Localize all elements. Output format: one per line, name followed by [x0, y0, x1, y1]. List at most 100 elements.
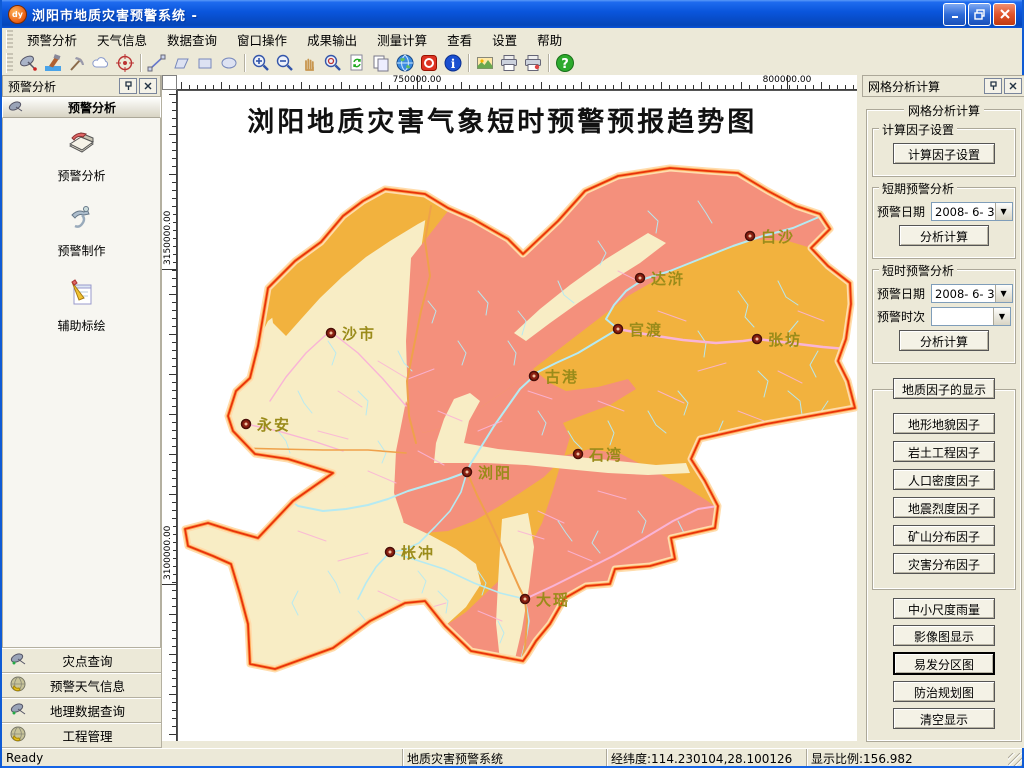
- left-tool-0[interactable]: 预警分析: [57, 126, 105, 184]
- warning-analysis-icon[interactable]: [17, 52, 41, 74]
- globe-icon[interactable]: [393, 52, 417, 74]
- ruler-tick: [549, 85, 550, 89]
- left-tool-label: 辅助标绘: [57, 317, 105, 334]
- ruler-tick: [613, 85, 614, 89]
- zoom-extent-icon[interactable]: [321, 52, 345, 74]
- short-term-analyze-button[interactable]: 分析计算: [899, 225, 989, 246]
- menubar-grip[interactable]: [6, 30, 13, 48]
- factor-button-5[interactable]: 灾害分布因子: [893, 553, 995, 574]
- left-tool-2[interactable]: 辅助标绘: [57, 276, 105, 334]
- ruler-tick: [653, 85, 654, 89]
- close-panel-icon[interactable]: [1004, 78, 1022, 94]
- maximize-button[interactable]: [968, 3, 991, 26]
- copy-icon[interactable]: [369, 52, 393, 74]
- short-time-date-combobox[interactable]: 2008- 6- 3 ▼: [931, 284, 1013, 303]
- geo-factors-display-button[interactable]: 地质因子的显示: [893, 378, 995, 399]
- info-icon[interactable]: i: [441, 52, 465, 74]
- map-canvas[interactable]: 白沙达浒官渡张坊沙市永安古港石湾浏阳枨冲大瑶: [178, 91, 858, 742]
- pin-icon[interactable]: [119, 78, 137, 94]
- left-nav-label: 预警天气信息: [34, 676, 141, 695]
- globe-small-icon: [10, 676, 28, 695]
- ruler-tick: [701, 82, 702, 89]
- display-button-4[interactable]: 清空显示: [893, 708, 995, 729]
- pin-icon[interactable]: [984, 78, 1002, 94]
- menu-item-1[interactable]: 天气信息: [87, 28, 157, 51]
- left-nav-1[interactable]: 预警天气信息: [2, 673, 161, 698]
- factor-button-0[interactable]: 地形地貌因子: [893, 413, 995, 434]
- close-panel-icon[interactable]: [139, 78, 157, 94]
- display-button-0[interactable]: 中小尺度雨量: [893, 598, 995, 619]
- ruler-tick: [565, 85, 566, 89]
- svg-text:达浒: 达浒: [651, 270, 685, 288]
- minimize-button[interactable]: [943, 3, 966, 26]
- ruler-tick: [485, 85, 486, 89]
- left-nav-0[interactable]: 灾点查询: [2, 648, 161, 673]
- stop-icon[interactable]: [417, 52, 441, 74]
- help-icon[interactable]: ?: [553, 52, 577, 74]
- left-tool-1[interactable]: 预警制作: [57, 201, 105, 259]
- notepad-pencil-icon: [64, 276, 98, 314]
- ruler-tick: [373, 85, 374, 89]
- factor-button-1[interactable]: 岩土工程因子: [893, 441, 995, 462]
- menu-item-8[interactable]: 帮助: [527, 28, 572, 51]
- refresh-icon[interactable]: [345, 52, 369, 74]
- left-nav-2[interactable]: 地理数据查询: [2, 698, 161, 723]
- ruler-tick: [741, 82, 742, 89]
- ruler-tick: [581, 82, 582, 89]
- short-term-date-combobox[interactable]: 2008- 6- 3 ▼: [931, 202, 1013, 221]
- ruler-tick: [389, 85, 390, 89]
- factor-button-4[interactable]: 矿山分布因子: [893, 525, 995, 546]
- toolbar-grip[interactable]: [6, 53, 13, 72]
- menu-item-4[interactable]: 成果输出: [297, 28, 367, 51]
- ruler-tick: [172, 510, 176, 511]
- ellipse-tool-icon[interactable]: [217, 52, 241, 74]
- zoom-out-icon[interactable]: [273, 52, 297, 74]
- display-button-3[interactable]: 防治规划图: [893, 681, 995, 702]
- target-icon[interactable]: [113, 52, 137, 74]
- factor-button-2[interactable]: 人口密度因子: [893, 469, 995, 490]
- image-icon[interactable]: [473, 52, 497, 74]
- left-section-header[interactable]: 预警分析: [2, 97, 161, 118]
- display-button-2[interactable]: 易发分区图: [893, 652, 995, 675]
- short-time-times-label: 预警时次: [877, 308, 931, 325]
- ruler-tick: [813, 85, 814, 89]
- polygon-tool-icon[interactable]: [169, 52, 193, 74]
- svg-text:官渡: 官渡: [629, 321, 663, 339]
- svg-text:i: i: [451, 57, 456, 71]
- close-button[interactable]: [993, 3, 1016, 26]
- ruler-tick: [172, 166, 176, 167]
- print-icon[interactable]: [497, 52, 521, 74]
- pick-tool-icon[interactable]: [65, 52, 89, 74]
- ruler-tick: [589, 85, 590, 89]
- ruler-tick: [509, 85, 510, 89]
- menu-item-2[interactable]: 数据查询: [157, 28, 227, 51]
- menu-item-6[interactable]: 查看: [437, 28, 482, 51]
- ruler-major-tick: [162, 584, 176, 585]
- chevron-down-icon[interactable]: ▼: [995, 203, 1012, 220]
- factor-button-3[interactable]: 地震烈度因子: [893, 497, 995, 518]
- left-nav-3[interactable]: 工程管理: [2, 723, 161, 748]
- flood-tool-icon[interactable]: [41, 52, 65, 74]
- status-coordinates: 经纬度:114.230104,28.100126: [606, 749, 806, 767]
- menu-item-0[interactable]: 预警分析: [17, 28, 87, 51]
- menu-item-5[interactable]: 测量计算: [367, 28, 437, 51]
- ruler-tick: [221, 82, 222, 89]
- factor-setting-button[interactable]: 计算因子设置: [893, 143, 995, 164]
- line-tool-icon[interactable]: [145, 52, 169, 74]
- short-time-times-combobox[interactable]: ▼: [931, 307, 1011, 326]
- rectangle-tool-icon[interactable]: [193, 52, 217, 74]
- ruler-tick: [213, 85, 214, 89]
- display-button-1[interactable]: 影像图显示: [893, 625, 995, 646]
- chevron-down-icon[interactable]: ▼: [993, 308, 1010, 325]
- short-term-legend: 短期预警分析: [879, 180, 957, 197]
- pan-hand-icon[interactable]: [297, 52, 321, 74]
- resize-grip[interactable]: [1008, 753, 1022, 767]
- chevron-down-icon[interactable]: ▼: [995, 285, 1012, 302]
- menu-item-7[interactable]: 设置: [482, 28, 527, 51]
- cloud-icon[interactable]: [89, 52, 113, 74]
- short-time-analyze-button[interactable]: 分析计算: [899, 330, 989, 351]
- menu-item-3[interactable]: 窗口操作: [227, 28, 297, 51]
- zoom-in-icon[interactable]: [249, 52, 273, 74]
- display-buttons-stack: 中小尺度雨量影像图显示易发分区图防治规划图清空显示: [870, 598, 1018, 729]
- print-preview-icon[interactable]: [521, 52, 545, 74]
